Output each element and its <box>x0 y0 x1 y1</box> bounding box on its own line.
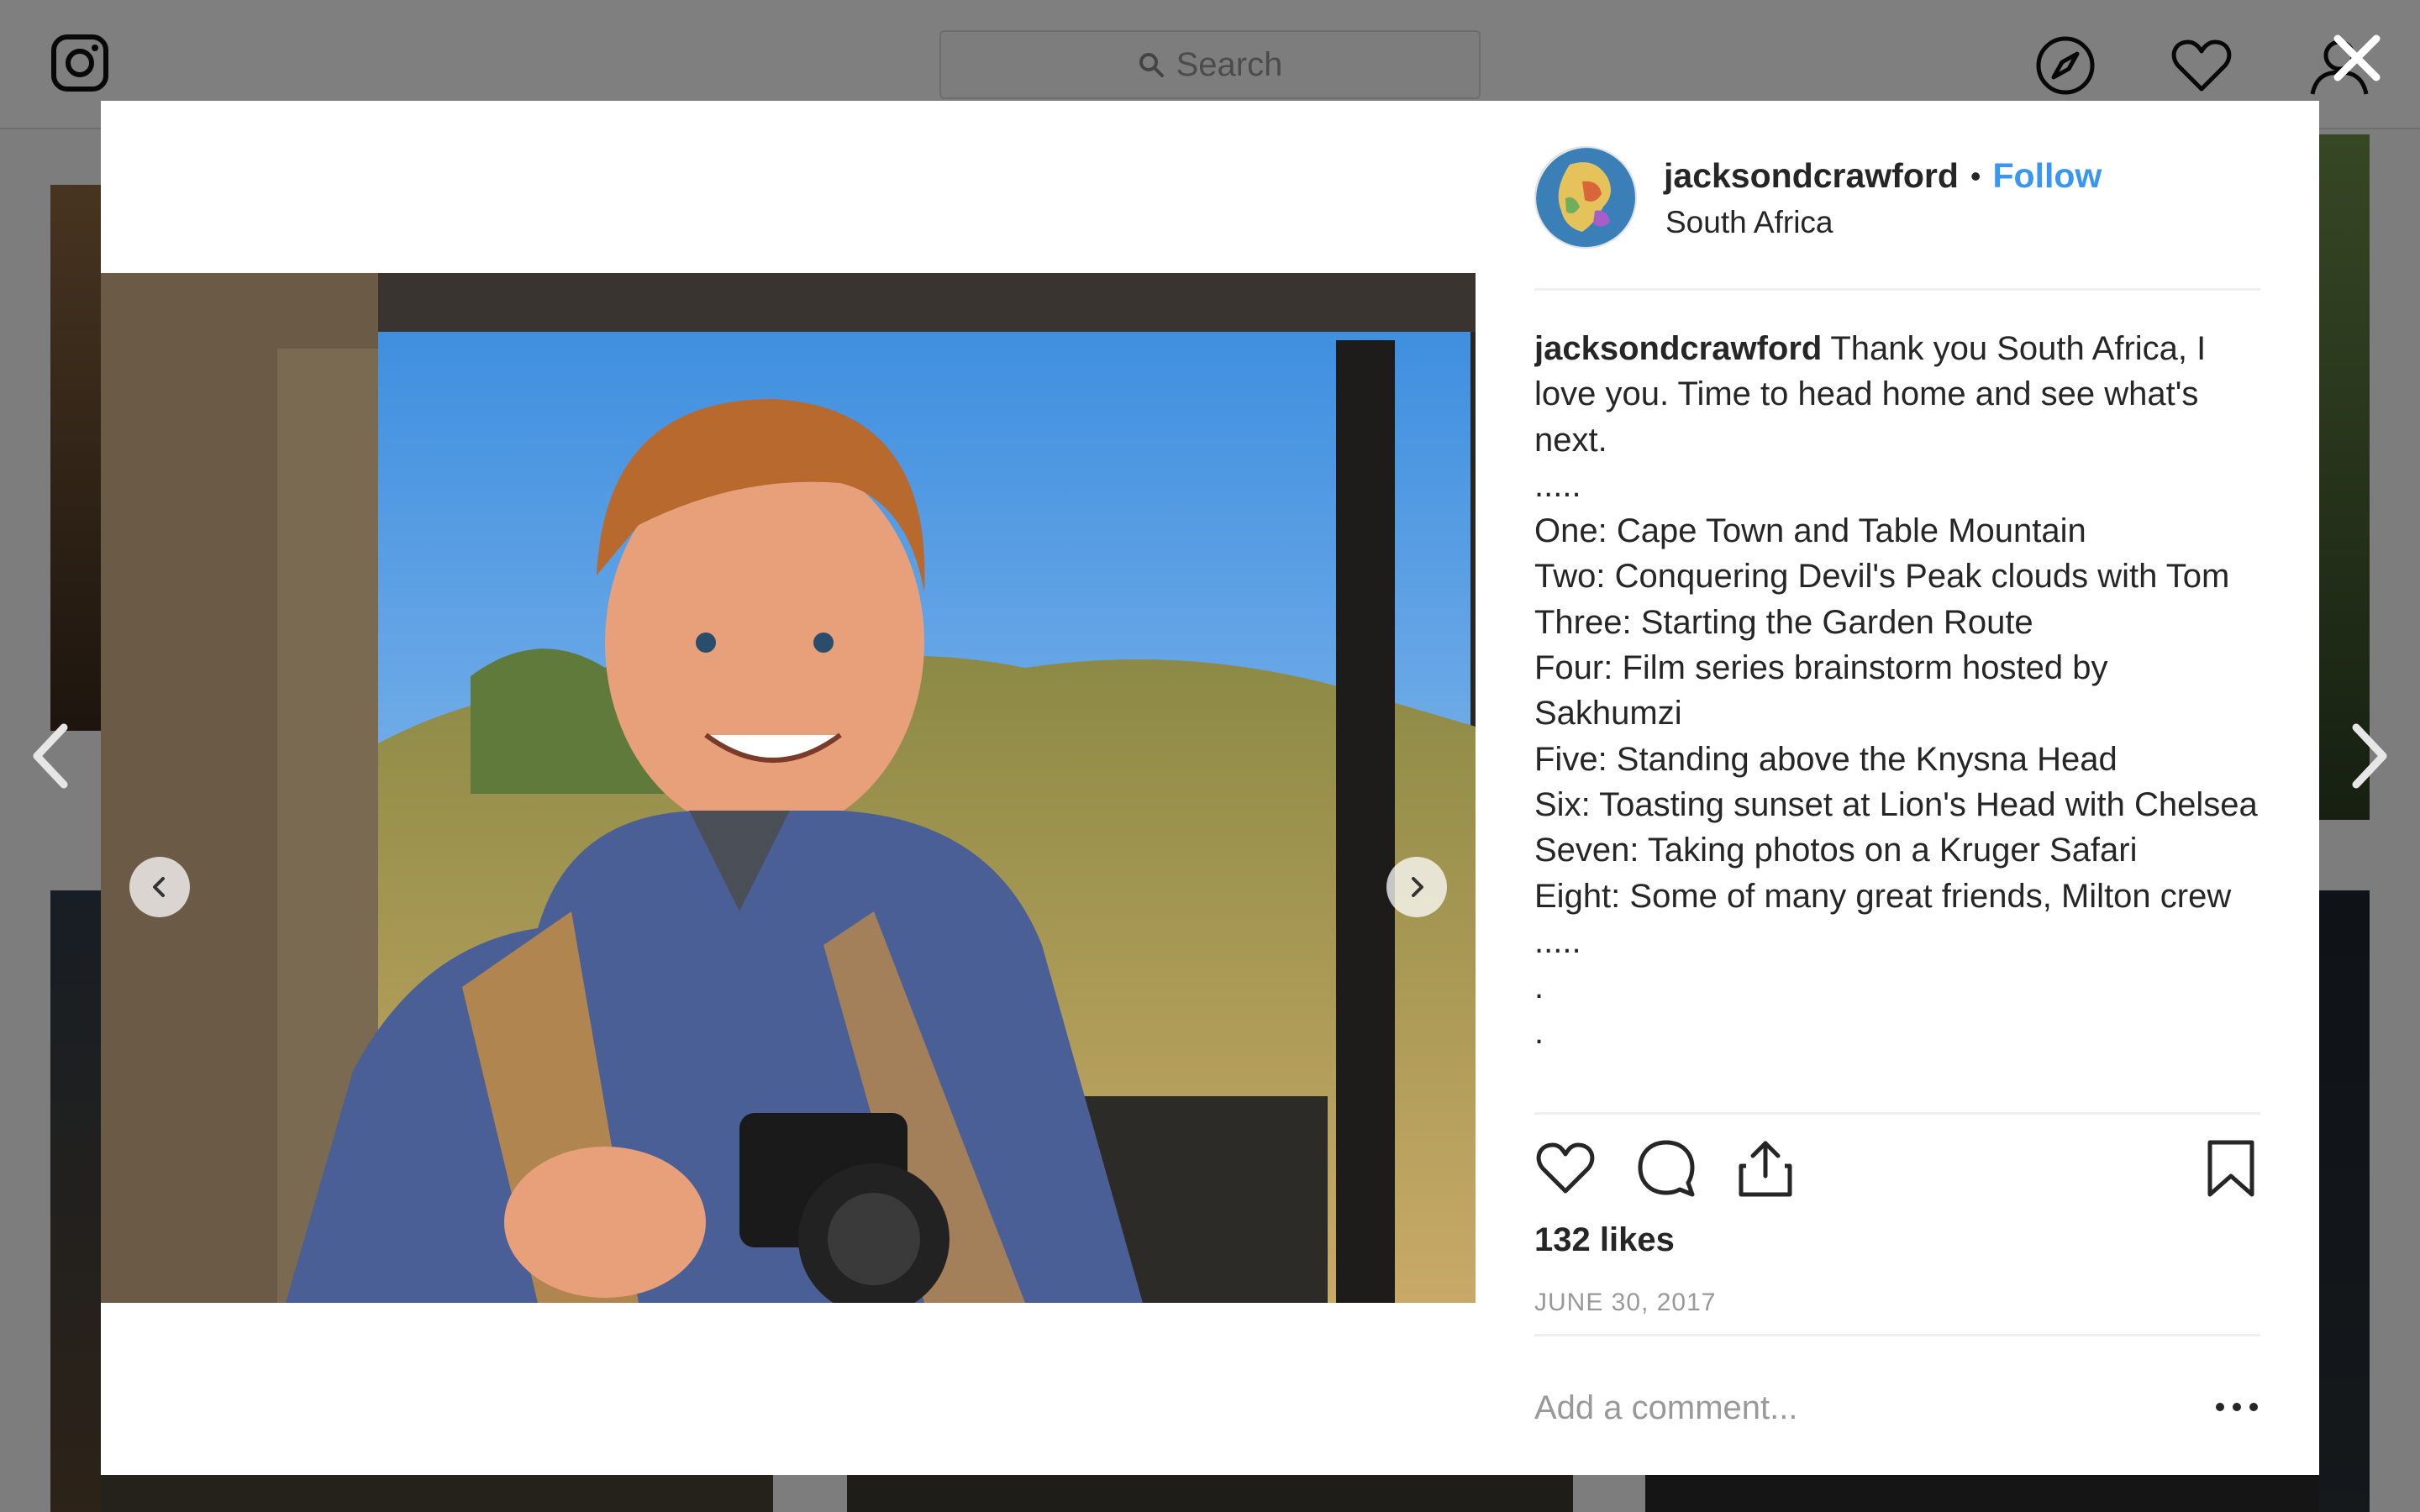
avatar[interactable] <box>1534 146 1637 249</box>
comment-input[interactable] <box>1534 1381 2173 1435</box>
caption-line: Six: Toasting sunset at Lion's Head with… <box>1534 785 2258 823</box>
caption-line: Four: Film series brainstorm hosted by S… <box>1534 649 2108 732</box>
likes-count[interactable]: 132 likes <box>1534 1221 1675 1259</box>
caption: jacksondcrawford Thank you South Africa, … <box>1534 326 2260 1201</box>
heart-icon[interactable] <box>1534 1137 1597 1200</box>
caption-first-line: jacksondcrawford Thank you South Africa, … <box>1534 326 2260 463</box>
media-pane <box>101 101 1476 1475</box>
caption-line: . <box>1534 969 1544 1006</box>
post-side-pane: jacksondcrawford • Follow South Africa j… <box>1476 101 2319 1475</box>
caption-line: ..... <box>1534 466 1581 504</box>
caption-line: Five: Standing above the Knysna Head <box>1534 740 2118 778</box>
chevron-left-icon <box>153 877 165 897</box>
bookmark-icon[interactable] <box>2200 1137 2262 1200</box>
carousel-prev-button[interactable] <box>129 857 190 917</box>
caption-line: Eight: Some of many great friends, Milto… <box>1534 877 2232 915</box>
post-modal: jacksondcrawford • Follow South Africa j… <box>101 101 2319 1475</box>
share-icon[interactable] <box>1734 1137 1797 1200</box>
follow-button[interactable]: Follow <box>1993 156 2102 196</box>
close-icon[interactable] <box>2331 32 2383 84</box>
username-link[interactable]: jacksondcrawford <box>1664 156 1959 196</box>
avatar-image <box>1536 148 1635 247</box>
header-line: jacksondcrawford • Follow <box>1664 156 2102 196</box>
more-icon[interactable] <box>2213 1394 2260 1420</box>
location-link[interactable]: South Africa <box>1665 205 1833 240</box>
chevron-right-icon <box>1412 877 1423 897</box>
caption-line: Seven: Taking photos on a Kruger Safari <box>1534 832 2138 869</box>
caption-line: ..... <box>1534 922 1581 960</box>
separator-dot: • <box>1970 158 1981 193</box>
carousel-next-button[interactable] <box>1386 857 1447 917</box>
caption-line: Two: Conquering Devil's Peak clouds with… <box>1534 558 2230 596</box>
post-photo[interactable] <box>101 273 1476 1303</box>
caption-line: One: Cape Town and Table Mountain <box>1534 512 2086 550</box>
comment-icon[interactable] <box>1635 1137 1697 1200</box>
next-post-icon[interactable] <box>2344 721 2395 791</box>
previous-post-icon[interactable] <box>25 721 76 791</box>
caption-username-link[interactable]: jacksondcrawford <box>1534 330 1822 367</box>
post-date: JUNE 30, 2017 <box>1534 1289 1717 1316</box>
actions-divider <box>1534 1112 2260 1115</box>
post-photo-image <box>101 273 1476 1303</box>
caption-line: . <box>1534 1014 1544 1052</box>
action-bar <box>1534 1137 2260 1205</box>
post-header: jacksondcrawford • Follow South Africa <box>1534 146 2260 291</box>
caption-line: Three: Starting the Garden Route <box>1534 603 2033 641</box>
comment-divider <box>1534 1334 2260 1336</box>
